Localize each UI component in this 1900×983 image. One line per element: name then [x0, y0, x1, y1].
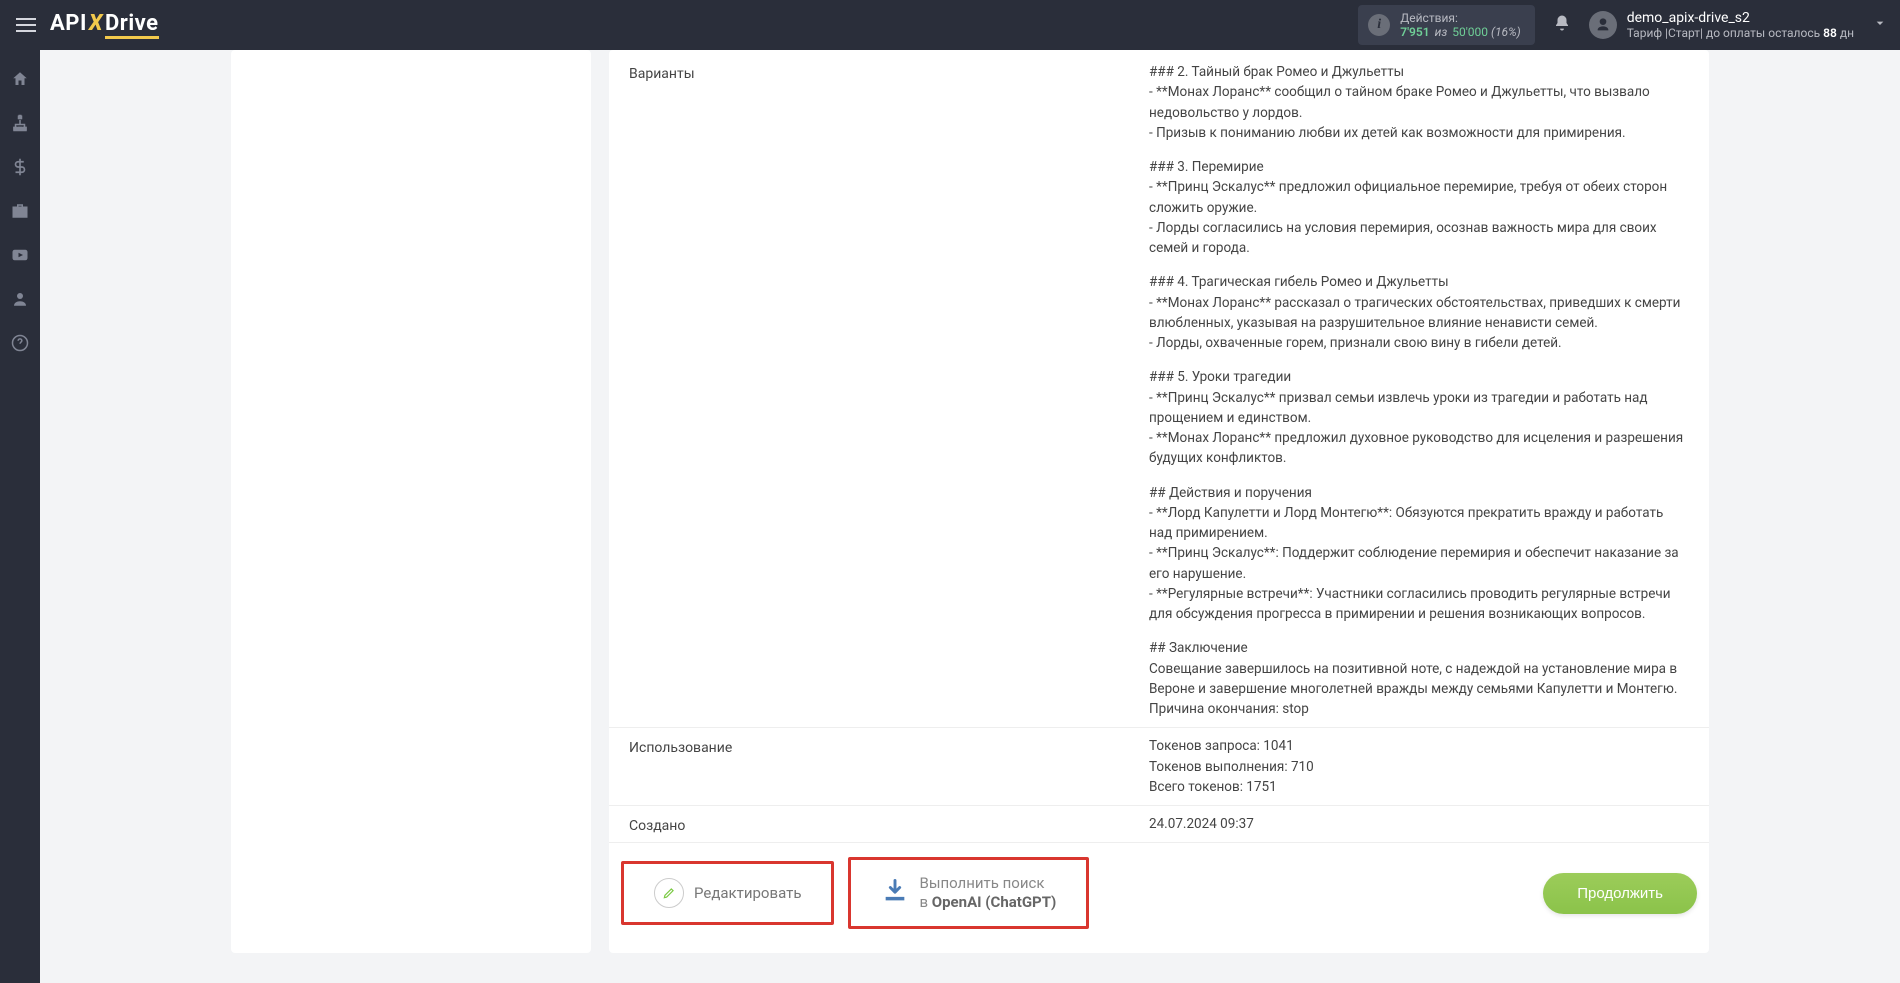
- usage-label: Использование: [629, 736, 1149, 756]
- pencil-icon: [654, 878, 684, 908]
- top-header: APIXDrive i Действия: 7'951 из 50'000 (1…: [0, 0, 1900, 50]
- text-line: - **Монах Лоранс** рассказал о трагическ…: [1149, 293, 1689, 334]
- variants-value: ### 2. Тайный брак Ромео и Джульетты - *…: [1149, 62, 1689, 719]
- user-icon[interactable]: [11, 290, 29, 312]
- actions-total: 50'000: [1452, 25, 1488, 39]
- edit-button-label: Редактировать: [694, 884, 801, 902]
- highlight-search: Выполнить поиск в OpenAI (ChatGPT): [848, 857, 1089, 929]
- text-line: ### 5. Уроки трагедии: [1149, 367, 1689, 387]
- help-icon[interactable]: [11, 334, 29, 356]
- actions-counter[interactable]: i Действия: 7'951 из 50'000 (16%): [1358, 5, 1534, 45]
- left-panel: [231, 50, 591, 953]
- usage-completion-tokens: Токенов выполнения: 710: [1149, 757, 1689, 777]
- text-line: - **Монах Лоранс** сообщил о тайном брак…: [1149, 82, 1689, 123]
- search-button-line2-prefix: в: [919, 893, 931, 911]
- variants-label: Варианты: [629, 62, 1149, 82]
- text-line: - **Лорд Капулетти и Лорд Монтегю**: Обя…: [1149, 503, 1689, 544]
- continue-button[interactable]: Продолжить: [1543, 873, 1697, 914]
- text-line: ## Заключение: [1149, 638, 1689, 658]
- actions-sep: из: [1433, 25, 1450, 39]
- text-line: - Лорды, охваченные горем, признали свою…: [1149, 333, 1689, 353]
- edit-button[interactable]: Редактировать: [634, 868, 821, 918]
- chevron-down-icon: [1872, 15, 1888, 35]
- user-text: demo_apix-drive_s2 Тариф |Старт| до опла…: [1627, 10, 1854, 40]
- actions-label: Действия:: [1400, 11, 1520, 25]
- text-line: ## Действия и поручения: [1149, 483, 1689, 503]
- username: demo_apix-drive_s2: [1627, 10, 1854, 26]
- download-icon: [881, 877, 909, 909]
- logo-x: X: [87, 11, 105, 36]
- created-value: 24.07.2024 09:37: [1149, 814, 1689, 834]
- logo-part2: Drive: [105, 11, 159, 36]
- header-right: i Действия: 7'951 из 50'000 (16%) demo_a…: [1358, 5, 1888, 45]
- usage-value: Токенов запроса: 1041 Токенов выполнения…: [1149, 736, 1689, 797]
- user-menu[interactable]: demo_apix-drive_s2 Тариф |Старт| до опла…: [1589, 10, 1888, 40]
- text-line: - **Принц Эскалус** предложил официально…: [1149, 177, 1689, 218]
- search-button-line2-bold: OpenAI (ChatGPT): [932, 893, 1057, 911]
- main-card: Варианты ### 2. Тайный брак Ромео и Джул…: [609, 50, 1709, 953]
- page-body: Варианты ### 2. Тайный брак Ромео и Джул…: [0, 50, 1900, 983]
- info-icon: i: [1368, 14, 1390, 36]
- avatar-icon: [1589, 11, 1617, 39]
- tariff-days: 88: [1823, 26, 1837, 40]
- logo-part1: API: [50, 11, 87, 36]
- usage-prompt-tokens: Токенов запроса: 1041: [1149, 736, 1689, 756]
- text-line: - **Принц Эскалус** призвал семьи извлеч…: [1149, 388, 1689, 429]
- highlight-edit: Редактировать: [621, 861, 834, 925]
- created-label: Создано: [629, 814, 1149, 834]
- content-wrap: Варианты ### 2. Тайный брак Ромео и Джул…: [40, 50, 1900, 983]
- text-line: ### 4. Трагическая гибель Ромео и Джулье…: [1149, 272, 1689, 292]
- text-line: - **Монах Лоранс** предложил духовное ру…: [1149, 428, 1689, 469]
- sitemap-icon[interactable]: [11, 114, 29, 136]
- search-openai-button[interactable]: Выполнить поиск в OpenAI (ChatGPT): [861, 864, 1076, 922]
- sidebar: [0, 50, 40, 983]
- notifications-icon[interactable]: [1553, 14, 1571, 36]
- hamburger-menu[interactable]: [12, 14, 40, 36]
- youtube-icon[interactable]: [11, 246, 29, 268]
- tariff-prefix: Тариф |Старт| до оплаты осталось: [1627, 26, 1820, 40]
- usage-total-tokens: Всего токенов: 1751: [1149, 777, 1689, 797]
- app-logo[interactable]: APIXDrive: [50, 11, 159, 39]
- search-button-line1: Выполнить поиск: [919, 874, 1056, 893]
- text-line: - Лорды согласились на условия перемирия…: [1149, 218, 1689, 259]
- header-left: APIXDrive: [12, 11, 159, 39]
- row-usage: Использование Токенов запроса: 1041 Токе…: [609, 728, 1709, 806]
- row-variants: Варианты ### 2. Тайный брак Ромео и Джул…: [609, 54, 1709, 728]
- text-line: - **Регулярные встречи**: Участники согл…: [1149, 584, 1689, 625]
- actions-used: 7'951: [1400, 25, 1429, 39]
- home-icon[interactable]: [11, 70, 29, 92]
- text-line: Совещание завершилось на позитивной ноте…: [1149, 659, 1689, 700]
- text-line: - Призыв к пониманию любви их детей как …: [1149, 123, 1689, 143]
- dollar-icon[interactable]: [11, 158, 29, 180]
- briefcase-icon[interactable]: [11, 202, 29, 224]
- tariff-suffix: дн: [1840, 26, 1854, 40]
- finish-reason: Причина окончания: stop: [1149, 699, 1689, 719]
- button-row: Редактировать Выполнить поиск в OpenAI (…: [609, 843, 1709, 935]
- text-line: ### 3. Перемирие: [1149, 157, 1689, 177]
- row-created: Создано 24.07.2024 09:37: [609, 806, 1709, 843]
- text-line: - **Принц Эскалус**: Поддержит соблюдени…: [1149, 543, 1689, 584]
- actions-text: Действия: 7'951 из 50'000 (16%): [1400, 11, 1520, 39]
- actions-pct: (16%): [1491, 25, 1521, 39]
- search-button-text: Выполнить поиск в OpenAI (ChatGPT): [919, 874, 1056, 912]
- text-line: ### 2. Тайный брак Ромео и Джульетты: [1149, 62, 1689, 82]
